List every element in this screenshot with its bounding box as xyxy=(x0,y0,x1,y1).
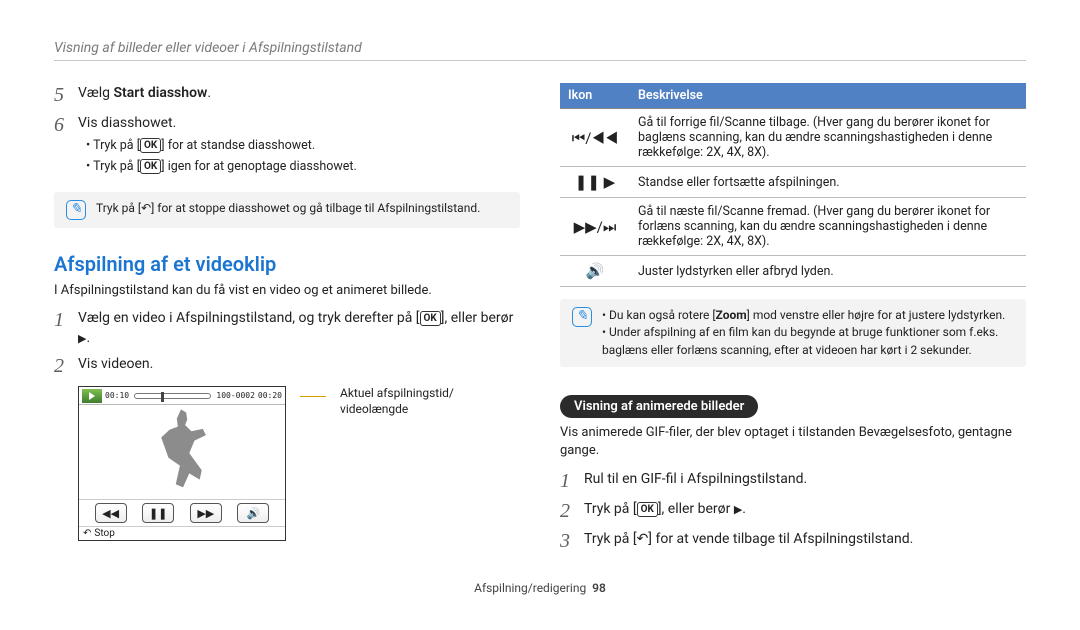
gif-step-1: 1 Rul til en GIF-fil i Afspilningstilsta… xyxy=(560,469,1026,493)
back-icon: ↶ xyxy=(83,528,91,539)
note-line: • Du kan også rotere [Zoom] mod venstre … xyxy=(602,307,1014,324)
note-icon: ✎ xyxy=(572,307,592,327)
bullet: Tryk på [OK] igen for at genoptage diass… xyxy=(86,158,520,176)
time-left: 00:10 xyxy=(105,391,129,400)
step-number: 3 xyxy=(560,529,584,553)
subsection-pill: Visning af animerede billeder xyxy=(560,395,758,418)
cell-text: Standse eller fortsætte afspilningen. xyxy=(630,167,1026,198)
sub-bullets: Tryk på [OK] for at standse diasshowet. … xyxy=(78,137,520,176)
play-icon: ▶ xyxy=(734,503,742,516)
cell-text: Gå til næste fil/Scanne fremad. (Hver ga… xyxy=(630,198,1026,256)
player-controls: ◀◀ ❚❚ ▶▶ 🔊 xyxy=(79,499,285,526)
step-6: 6 Vis diasshowet. Tryk på [OK] for at st… xyxy=(54,113,520,180)
step-post: . xyxy=(207,85,211,101)
table-row: ❚❚ ▶ Standse eller fortsætte afspilninge… xyxy=(560,167,1026,198)
thumb-icon xyxy=(82,389,102,403)
figure: 00:10 100-0002 00:20 ◀◀ ❚❚ ▶▶ 🔊 ↶ Stop xyxy=(54,386,520,541)
stop-label: Stop xyxy=(94,528,114,539)
step-text: Vis videoen. xyxy=(78,354,520,374)
time-right: 00:20 xyxy=(258,391,282,400)
step-2: 2 Vis videoen. xyxy=(54,354,520,378)
step-text: Tryk på [↶] for at vende tilbage til Afs… xyxy=(584,529,1026,549)
th-desc: Beskrivelse xyxy=(630,83,1026,109)
step-text: Tryk på [OK], eller berør ▶. xyxy=(584,499,1026,519)
step-number: 1 xyxy=(54,308,78,332)
note-list: • Du kan også rotere [Zoom] mod venstre … xyxy=(602,307,1014,359)
note-icon: ✎ xyxy=(66,200,86,220)
annotation: Aktuel afspilningstid/ videolængde xyxy=(340,386,454,417)
cell-text: Juster lydstyrken eller afbryd lyden. xyxy=(630,256,1026,287)
player-topbar: 00:10 100-0002 00:20 xyxy=(79,387,285,405)
page-number: 98 xyxy=(592,581,606,595)
next-scan-icon: ▶▶/⏭ xyxy=(560,198,630,256)
step-number: 6 xyxy=(54,113,78,137)
step-text: Rul til en GIF-fil i Afspilningstilstand… xyxy=(584,469,1026,489)
video-player: 00:10 100-0002 00:20 ◀◀ ❚❚ ▶▶ 🔊 ↶ Stop xyxy=(78,386,286,541)
forward-button[interactable]: ▶▶ xyxy=(190,503,222,523)
track xyxy=(134,393,211,399)
step-text: Vis diasshowet. xyxy=(78,115,176,131)
icon-table: Ikon Beskrivelse ⏮/◀◀ Gå til forrige fil… xyxy=(560,83,1026,287)
gif-step-2: 2 Tryk på [OK], eller berør ▶. xyxy=(560,499,1026,523)
player-stopbar: ↶ Stop xyxy=(79,526,285,540)
right-column: Ikon Beskrivelse ⏮/◀◀ Gå til forrige fil… xyxy=(560,83,1026,559)
note-box: ✎ • Du kan også rotere [Zoom] mod venstr… xyxy=(560,299,1026,367)
page-footer: Afspilning/redigering 98 xyxy=(54,581,1026,595)
dancer-silhouette xyxy=(156,409,208,487)
ok-icon: OK xyxy=(140,159,161,174)
pause-button[interactable]: ❚❚ xyxy=(142,503,174,523)
step-number: 2 xyxy=(54,354,78,378)
step-bold: Start diasshow xyxy=(113,85,207,101)
step-5: 5 Vælg Start diasshow. xyxy=(54,83,520,107)
cell-text: Gå til forrige fil/Scanne tilbage. (Hver… xyxy=(630,109,1026,167)
section-desc: I Afspilningstilstand kan du få vist en … xyxy=(54,282,520,300)
annotation-line xyxy=(300,396,326,397)
back-icon: ↶ xyxy=(141,201,151,215)
table-row: ⏮/◀◀ Gå til forrige fil/Scanne tilbage. … xyxy=(560,109,1026,167)
left-column: 5 Vælg Start diasshow. 6 Vis diasshowet.… xyxy=(54,83,520,559)
counter: 100-0002 xyxy=(216,391,255,400)
volume-button[interactable]: 🔊 xyxy=(237,503,269,523)
pause-play-icon: ❚❚ ▶ xyxy=(560,167,630,198)
prev-scan-icon: ⏮/◀◀ xyxy=(560,109,630,167)
section-heading: Afspilning af et videoklip xyxy=(54,252,520,276)
step-number: 5 xyxy=(54,83,78,107)
page-header: Visning af billeder eller videoer i Afsp… xyxy=(54,40,1026,61)
ok-icon: OK xyxy=(637,502,658,517)
ok-icon: OK xyxy=(420,311,441,326)
step-number: 2 xyxy=(560,499,584,523)
note-line: • Under afspilning af en film kan du beg… xyxy=(602,324,1014,359)
back-icon: ↶ xyxy=(637,531,649,547)
play-icon: ▶ xyxy=(78,332,86,345)
table-row: 🔊 Juster lydstyrken eller afbryd lyden. xyxy=(560,256,1026,287)
ok-icon: OK xyxy=(140,138,161,153)
th-icon: Ikon xyxy=(560,83,630,109)
step-text: Vælg en video i Afspilningstilstand, og … xyxy=(78,308,520,349)
footer-text: Afspilning/redigering xyxy=(474,581,586,595)
rewind-button[interactable]: ◀◀ xyxy=(95,503,127,523)
subsection-desc: Vis animerede GIF-filer, der blev optage… xyxy=(560,424,1026,460)
note-box: ✎ Tryk på [↶] for at stoppe diasshowet o… xyxy=(54,192,520,228)
volume-icon: 🔊 xyxy=(560,256,630,287)
step-1: 1 Vælg en video i Afspilningstilstand, o… xyxy=(54,308,520,349)
step-pre: Vælg xyxy=(78,85,113,101)
note-text: Tryk på [↶] for at stoppe diasshowet og … xyxy=(96,200,480,220)
player-canvas xyxy=(79,405,285,499)
bullet: Tryk på [OK] for at standse diasshowet. xyxy=(86,137,520,155)
table-row: ▶▶/⏭ Gå til næste fil/Scanne fremad. (Hv… xyxy=(560,198,1026,256)
step-number: 1 xyxy=(560,469,584,493)
gif-step-3: 3 Tryk på [↶] for at vende tilbage til A… xyxy=(560,529,1026,553)
